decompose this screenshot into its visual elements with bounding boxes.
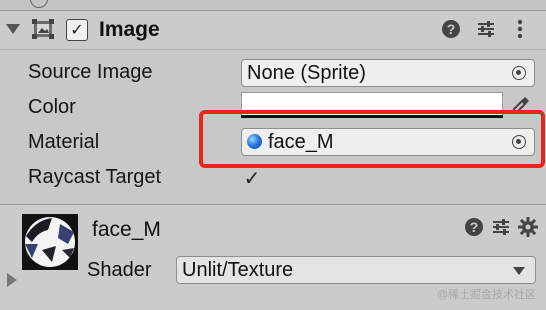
source-image-value: None (Sprite) [247, 62, 366, 84]
chevron-down-icon [513, 267, 525, 275]
shader-value: Unlit/Texture [182, 259, 294, 281]
shader-label: Shader [87, 259, 152, 281]
component-enabled-checkbox[interactable]: ✓ [66, 19, 88, 41]
material-foldout-arrow-icon[interactable] [7, 273, 17, 287]
highlight-annotation [199, 110, 545, 168]
foldout-arrow-icon[interactable] [6, 24, 20, 34]
watermark: @稀土掘金技术社区 [436, 289, 536, 301]
color-label: Color [28, 96, 76, 118]
raycast-target-checkbox[interactable]: ✓ [241, 167, 263, 190]
check-mark-icon: ✓ [243, 167, 261, 190]
settings-icon[interactable] [517, 216, 539, 238]
source-image-field[interactable]: None (Sprite) [241, 59, 535, 87]
help-icon[interactable]: ? [463, 216, 485, 238]
source-image-label: Source Image [28, 61, 153, 83]
material-name: face_M [92, 218, 161, 241]
raycast-target-label: Raycast Target [28, 166, 162, 188]
shader-dropdown[interactable]: Unlit/Texture [176, 256, 536, 284]
top-strip [0, 0, 546, 11]
preset-icon[interactable] [490, 216, 512, 238]
material-label: Material [28, 131, 100, 153]
component-title: Image [99, 18, 160, 41]
preset-icon[interactable] [475, 18, 497, 40]
object-picker-icon[interactable] [512, 66, 526, 80]
svg-text:?: ? [470, 219, 479, 235]
svg-text:?: ? [447, 21, 456, 37]
check-mark-icon: ✓ [70, 22, 84, 39]
material-preview-thumbnail[interactable] [22, 214, 78, 270]
more-icon[interactable] [509, 18, 531, 40]
help-icon[interactable]: ? [440, 18, 462, 40]
image-component-icon [32, 19, 54, 39]
